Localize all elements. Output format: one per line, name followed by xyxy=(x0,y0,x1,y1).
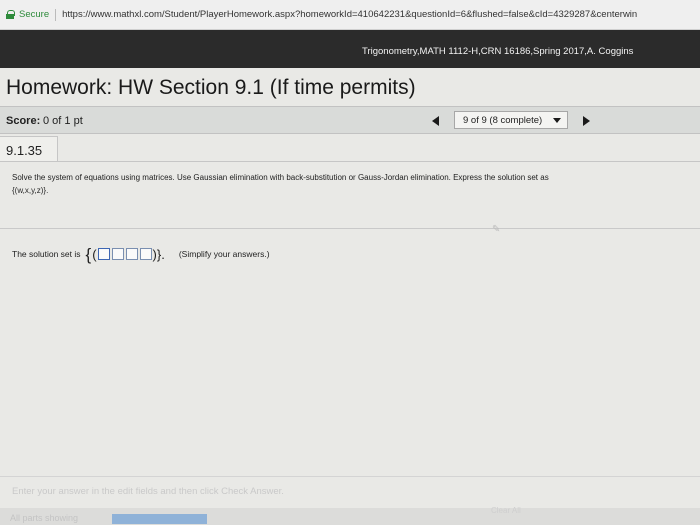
question-number: 9.1.35 xyxy=(0,136,58,162)
footer-bar xyxy=(0,508,700,525)
question-instructions: Solve the system of equations using matr… xyxy=(12,171,682,197)
address-divider xyxy=(55,8,57,21)
answer-field-y[interactable] xyxy=(125,248,138,260)
pencil-icon: ✎ xyxy=(492,224,501,235)
secure-label: Secure xyxy=(19,9,50,20)
question-select-value: 9 of 9 (8 complete) xyxy=(463,115,543,126)
answer-field-z[interactable] xyxy=(139,248,152,260)
solution-label: The solution set is xyxy=(12,249,81,259)
parts-progress-bar xyxy=(112,514,207,524)
solution-row: The solution set is { ( )}. (Simplify yo… xyxy=(12,244,270,264)
course-label: Trigonometry,MATH 1112-H,CRN 16186,Sprin… xyxy=(362,46,634,57)
question-select[interactable]: 9 of 9 (8 complete) xyxy=(454,111,568,129)
all-parts-label: All parts showing xyxy=(10,513,79,523)
footer-divider xyxy=(0,476,700,477)
clear-all-button[interactable]: Clear All xyxy=(491,506,521,515)
course-header: Trigonometry,MATH 1112-H,CRN 16186,Sprin… xyxy=(0,30,700,68)
instructions-text: Solve the system of equations using matr… xyxy=(12,173,549,182)
answer-field-x[interactable] xyxy=(111,248,124,260)
next-question-icon[interactable] xyxy=(583,116,590,126)
score-row: Score: 0 of 1 pt 9 of 9 (8 complete) xyxy=(0,106,700,134)
url-text[interactable]: https://www.mathxl.com/Student/PlayerHom… xyxy=(62,9,637,20)
address-bar[interactable]: Secure https://www.mathxl.com/Student/Pl… xyxy=(0,0,700,30)
chevron-down-icon xyxy=(553,118,561,123)
score-value: 0 of 1 pt xyxy=(43,115,83,127)
simplify-note: (Simplify your answers.) xyxy=(178,249,270,259)
close-delimiters: )}. xyxy=(152,246,165,262)
answer-field-w[interactable] xyxy=(97,248,110,260)
parts-progress-fill xyxy=(112,514,207,524)
page-title: Homework: HW Section 9.1 (If time permit… xyxy=(6,76,416,99)
previous-question-icon[interactable] xyxy=(432,116,439,126)
section-divider xyxy=(0,228,700,229)
question-divider xyxy=(58,161,700,162)
footer-hint: Enter your answer in the edit fields and… xyxy=(12,486,284,497)
open-brace: { xyxy=(85,244,92,264)
set-notation: {(w,x,y,z)}. xyxy=(12,186,49,195)
lock-icon xyxy=(6,10,15,19)
score-label: Score: xyxy=(6,115,41,127)
open-paren: ( xyxy=(92,246,97,262)
